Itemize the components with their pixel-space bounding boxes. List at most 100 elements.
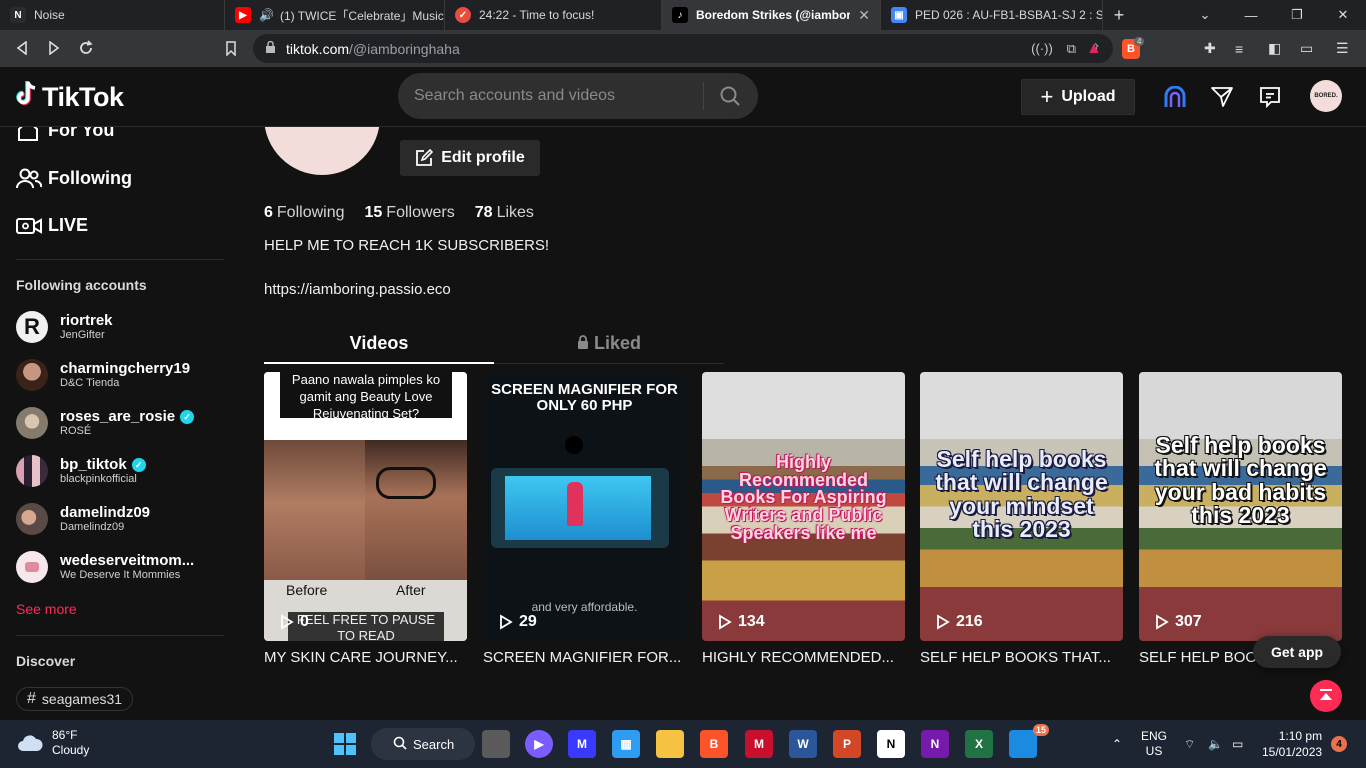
brave-shields-icon[interactable]: B 4 xyxy=(1122,30,1150,67)
url-field[interactable]: tiktok.com/@iamboringhaha ((·)) ⧉ ⇪ xyxy=(253,34,1113,63)
brave-browser-icon[interactable]: B xyxy=(700,730,728,758)
window-close-icon[interactable]: ✕ xyxy=(1320,0,1366,30)
profile-link[interactable]: https://iamboring.passio.eco xyxy=(264,281,451,298)
nav-live[interactable]: LIVE xyxy=(16,215,88,236)
video-thumbnail[interactable]: SCREEN MAGNIFIER FOR ONLY 60 PHP and ver… xyxy=(483,372,686,641)
search-input[interactable] xyxy=(398,87,703,105)
extensions-icon[interactable]: ✚ xyxy=(1204,30,1216,67)
discover-tag[interactable]: # seagames31 xyxy=(16,687,134,711)
wallet-icon[interactable]: ▭ xyxy=(1300,30,1313,67)
profile-avatar-small[interactable]: BORED. xyxy=(1310,80,1342,112)
account-display-name: We Deserve It Mommies xyxy=(60,569,181,582)
onenote-icon[interactable]: N xyxy=(921,730,949,758)
excel-icon[interactable]: X xyxy=(965,730,993,758)
video-card[interactable]: SCREEN MAGNIFIER FOR ONLY 60 PHP and ver… xyxy=(483,372,686,666)
messages-icon[interactable] xyxy=(1209,84,1235,110)
browser-tab[interactable]: N Noise xyxy=(0,0,225,30)
classroom-favicon-icon: ▣ xyxy=(891,7,907,23)
notion-icon[interactable]: N xyxy=(877,730,905,758)
browser-tab[interactable]: ▣ PED 026 : AU-FB1-BSBA1-SJ 2 : SY xyxy=(881,0,1103,30)
language-code: ENG xyxy=(1141,729,1168,743)
task-view-icon[interactable] xyxy=(482,730,510,758)
browser-tab-active[interactable]: ♪ Boredom Strikes (@iamboring ✕ xyxy=(662,0,881,30)
sidebar-toggle-icon[interactable]: ◧ xyxy=(1268,30,1281,67)
windows-start-icon[interactable] xyxy=(331,730,359,758)
account-item-wedeserveitmommies[interactable]: wedeserveitmom... We Deserve It Mommies xyxy=(16,551,194,583)
profile-avatar[interactable] xyxy=(264,127,380,175)
chevron-up-icon[interactable]: ⌃ xyxy=(1112,720,1122,768)
battery-icon[interactable]: ▭ xyxy=(1232,720,1243,768)
effect-house-icon[interactable] xyxy=(1162,84,1188,110)
tab-search-icon[interactable]: ⌄ xyxy=(1182,0,1228,30)
bookmark-icon[interactable] xyxy=(215,32,247,64)
account-item-riortrek[interactable]: R riortrek JenGifter xyxy=(16,311,113,343)
following-stat[interactable]: 6 Following xyxy=(264,204,345,222)
nav-following[interactable]: Following xyxy=(16,167,132,189)
playlist-icon[interactable]: ≡ xyxy=(1235,30,1243,67)
clock[interactable]: 1:10 pm 15/01/2023 xyxy=(1262,729,1322,760)
upload-button[interactable]: + Upload xyxy=(1021,79,1135,115)
file-explorer-icon[interactable] xyxy=(656,730,684,758)
video-thumbnail[interactable]: Paano nawala pimples ko gamit ang Beauty… xyxy=(264,372,467,641)
store-icon[interactable]: ▦ xyxy=(612,730,640,758)
video-thumbnail[interactable]: Self help books that will change your ba… xyxy=(1139,372,1342,641)
mcafee-icon[interactable]: M xyxy=(745,730,773,758)
reload-icon[interactable] xyxy=(70,32,102,64)
get-app-button[interactable]: Get app xyxy=(1253,636,1341,668)
weather-widget[interactable]: 86°F Cloudy xyxy=(16,728,89,758)
minimize-icon[interactable]: — xyxy=(1228,0,1274,30)
notification-badge[interactable]: 4 xyxy=(1331,736,1347,752)
forward-icon[interactable] xyxy=(38,32,70,64)
video-card[interactable]: Self help books that will change your ba… xyxy=(1139,372,1342,666)
verified-badge-icon: ✓ xyxy=(131,457,146,472)
video-card[interactable]: Self help books that will change your mi… xyxy=(920,372,1123,666)
brave-rewards-icon[interactable]: ▲ xyxy=(1086,30,1102,67)
volume-icon[interactable]: 🔈 xyxy=(1208,720,1223,768)
back-icon[interactable] xyxy=(6,32,38,64)
tab-title: Boredom Strikes (@iamboring xyxy=(696,8,851,22)
video-caption[interactable]: HIGHLY RECOMMENDED... xyxy=(702,649,905,666)
new-tab-icon[interactable]: + xyxy=(1103,5,1135,26)
wifi-icon[interactable]: ⌔ xyxy=(1184,720,1195,768)
view-count: 134 xyxy=(718,613,765,631)
inbox-icon[interactable] xyxy=(1257,84,1283,110)
maximize-icon[interactable]: ❐ xyxy=(1274,0,1320,30)
chat-icon[interactable]: ▶ xyxy=(525,730,553,758)
account-item-roses-are-rosie[interactable]: roses_are_rosie ✓ ROSÉ xyxy=(16,407,195,439)
account-item-charmingcherry19[interactable]: charmingcherry19 D&C Tienda xyxy=(16,359,190,391)
nav-for-you[interactable]: For You xyxy=(16,127,114,141)
video-caption[interactable]: SCREEN MAGNIFIER FOR... xyxy=(483,649,686,666)
video-caption[interactable]: SELF HELP BOOKS THAT... xyxy=(920,649,1123,666)
followers-stat[interactable]: 15 Followers xyxy=(365,204,455,222)
video-caption[interactable]: MY SKIN CARE JOURNEY... xyxy=(264,649,467,666)
open-external-icon[interactable]: ⧉ xyxy=(1067,41,1076,57)
taskbar-search[interactable]: Search xyxy=(371,728,475,760)
tiktok-logo[interactable]: TikTok xyxy=(16,81,124,114)
edit-profile-button[interactable]: Edit profile xyxy=(400,140,540,176)
account-item-bp-tiktok[interactable]: bp_tiktok ✓ blackpinkofficial xyxy=(16,455,146,487)
menu-icon[interactable]: ☰ xyxy=(1336,30,1349,67)
video-thumbnail[interactable]: Highly Recommended Books For Aspiring Wr… xyxy=(702,372,905,641)
browser-tab[interactable]: ✓ 24:22 - Time to focus! xyxy=(445,0,662,30)
thumbnail-text: Self help books that will change your ba… xyxy=(1154,432,1327,529)
video-card[interactable]: Paano nawala pimples ko gamit ang Beauty… xyxy=(264,372,467,666)
language-indicator[interactable]: ENG US xyxy=(1141,720,1167,768)
avatar xyxy=(16,455,48,487)
app-icon[interactable]: M xyxy=(568,730,596,758)
play-icon xyxy=(281,614,294,630)
close-tab-icon[interactable]: ✕ xyxy=(850,7,870,24)
tab-videos[interactable]: Videos xyxy=(264,327,494,364)
word-icon[interactable]: W xyxy=(789,730,817,758)
account-item-damelindz09[interactable]: damelindz09 Damelindz09 xyxy=(16,503,150,535)
browser-tab[interactable]: ▶ 🔊 (1) TWICE「Celebrate」Music V xyxy=(225,0,445,30)
scroll-to-top-button[interactable] xyxy=(1310,680,1342,712)
cast-icon[interactable]: ((·)) xyxy=(1031,41,1053,56)
search-icon[interactable] xyxy=(704,85,756,107)
video-thumbnail[interactable]: Self help books that will change your mi… xyxy=(920,372,1123,641)
see-more-link[interactable]: See more xyxy=(16,601,77,617)
app-with-badge-icon[interactable]: 15 xyxy=(1009,724,1049,758)
tab-liked[interactable]: Liked xyxy=(494,327,724,363)
tiktok-header: TikTok + Upload BORED. xyxy=(0,67,1366,127)
powerpoint-icon[interactable]: P xyxy=(833,730,861,758)
video-card[interactable]: Highly Recommended Books For Aspiring Wr… xyxy=(702,372,905,666)
